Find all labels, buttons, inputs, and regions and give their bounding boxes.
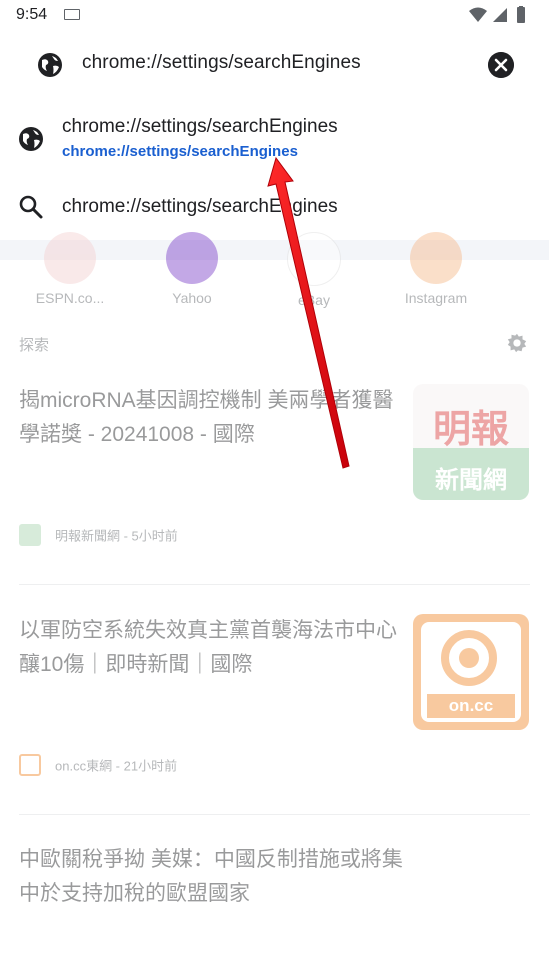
tile-icon	[44, 232, 96, 284]
article-card[interactable]: 中歐關稅爭拗 美媒：中國反制措施或將集中於支持加稅的歐盟國家	[19, 843, 530, 933]
signal-icon	[493, 8, 507, 22]
address-input[interactable]: chrome://settings/searchEngines	[82, 52, 361, 74]
tile-icon	[287, 232, 341, 286]
status-icons	[469, 6, 525, 23]
article-source: on.cc東網 - 21小时前	[19, 754, 177, 776]
globe-icon	[38, 53, 62, 77]
suggestion-search[interactable]: chrome://settings/searchEngines	[0, 170, 549, 240]
tile-instagram[interactable]: Instagram	[376, 232, 496, 306]
tile-label: Instagram	[404, 290, 468, 306]
thumb-sub-text: 新聞網	[435, 467, 507, 494]
divider	[19, 584, 530, 585]
suggestion-title: chrome://settings/searchEngines	[62, 116, 338, 137]
article-source: 明報新聞網 - 5小时前	[19, 524, 178, 546]
tile-label: eBay	[298, 292, 330, 308]
wifi-icon	[469, 7, 487, 22]
tile-label: Yahoo	[172, 290, 212, 306]
suggestion-title: chrome://settings/searchEngines	[62, 196, 338, 217]
thumb-logo-text: 明報	[432, 406, 509, 451]
status-bar: 9:54	[0, 0, 549, 32]
globe-icon	[19, 127, 43, 151]
tile-ebay[interactable]: eBay	[254, 232, 374, 308]
shortcut-tiles: ESPN.co... Yahoo eBay Instagram	[0, 232, 549, 310]
tile-yahoo[interactable]: Yahoo	[132, 232, 252, 306]
keyboard-icon	[64, 9, 80, 20]
feed-header: 探索	[19, 337, 50, 354]
address-bar[interactable]: chrome://settings/searchEngines	[0, 32, 549, 98]
article-title: 以軍防空系統失效真主黨首襲海法市中心釀10傷｜即時新聞｜國際	[19, 619, 397, 676]
suggestion-url[interactable]: chrome://settings/searchEngines chrome:/…	[0, 100, 549, 170]
source-favicon	[19, 524, 41, 546]
article-card[interactable]: 以軍防空系統失效真主黨首襲海法市中心釀10傷｜即時新聞｜國際 on.cc on.…	[19, 614, 530, 784]
article-thumbnail: 明報 新聞網	[413, 384, 529, 500]
tile-icon	[410, 232, 462, 284]
gear-icon[interactable]	[506, 332, 528, 354]
divider	[19, 814, 530, 815]
tile-label: ESPN.co...	[35, 290, 105, 306]
article-thumbnail: on.cc	[413, 614, 529, 730]
source-favicon	[19, 754, 41, 776]
article-card[interactable]: 揭microRNA基因調控機制 美兩學者獲醫學諾獎 - 20241008 - 國…	[19, 384, 530, 554]
tile-espn[interactable]: ESPN.co...	[10, 232, 130, 306]
article-title: 揭microRNA基因調控機制 美兩學者獲醫學諾獎 - 20241008 - 國…	[19, 389, 394, 446]
battery-icon	[517, 7, 525, 23]
article-title: 中歐關稅爭拗 美媒：中國反制措施或將集中於支持加稅的歐盟國家	[19, 848, 403, 905]
thumb-logo-text: on.cc	[427, 694, 515, 718]
status-time: 9:54	[16, 6, 48, 23]
clear-icon[interactable]	[488, 52, 514, 78]
tile-icon	[166, 232, 218, 284]
suggestion-url-text: chrome://settings/searchEngines	[62, 143, 298, 160]
search-icon	[19, 195, 43, 219]
